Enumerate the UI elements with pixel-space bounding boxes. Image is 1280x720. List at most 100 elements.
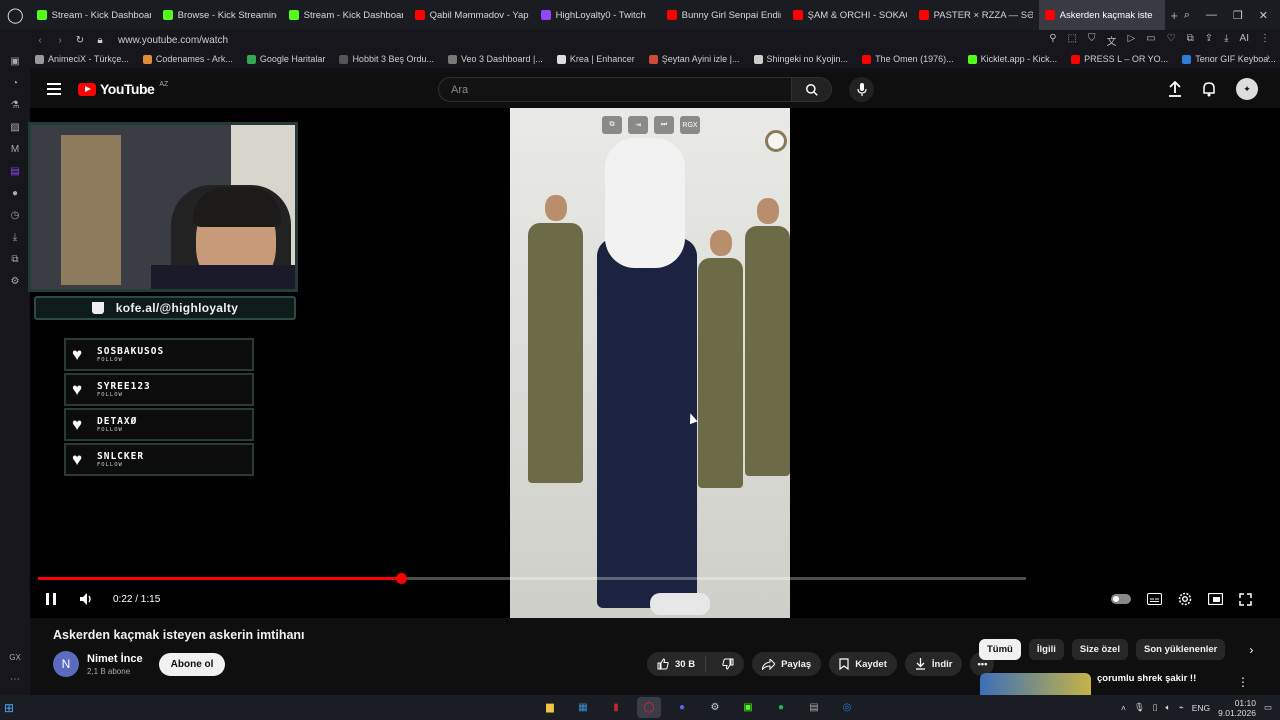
snapshot-icon[interactable]: ⬚: [1068, 33, 1077, 48]
discord-icon[interactable]: ●: [670, 697, 694, 718]
store-icon[interactable]: ▦: [571, 697, 595, 718]
app-blue-icon[interactable]: ◎: [835, 697, 859, 718]
pip-icon[interactable]: ⧉: [602, 116, 622, 134]
channel-name[interactable]: Nimet İnce: [87, 653, 143, 665]
download-button[interactable]: İndir: [904, 652, 963, 676]
back-icon[interactable]: ‹: [30, 35, 50, 46]
minimize-icon[interactable]: —: [1206, 9, 1217, 22]
play-extension-icon[interactable]: ▷: [1127, 33, 1135, 48]
tray-overflow-icon[interactable]: ˄: [1121, 703, 1126, 713]
maximize-icon[interactable]: ❐: [1233, 9, 1243, 22]
exit-icon[interactable]: ⇥: [628, 116, 648, 134]
new-tab-icon[interactable]: +: [1165, 8, 1184, 23]
extensions-icon[interactable]: ⧉: [1187, 33, 1194, 48]
recommendation-menu-icon[interactable]: ⋮: [1237, 675, 1249, 689]
steam-icon[interactable]: ⚙: [703, 697, 727, 718]
browser-tab[interactable]: HighLoyalty0 - Twitch: [535, 0, 661, 30]
autoplay-toggle[interactable]: [1111, 594, 1131, 604]
search-button[interactable]: [792, 77, 832, 102]
bookmark-item[interactable]: Codenames - Ark...: [136, 54, 240, 64]
filter-chip[interactable]: Tümü: [979, 639, 1021, 660]
dislike-button[interactable]: [712, 658, 744, 670]
notification-icon[interactable]: ▭: [1264, 702, 1272, 713]
browser-tab[interactable]: Bunny Girl Senpai Ending: [661, 0, 787, 30]
ai-icon[interactable]: AI: [1240, 33, 1249, 48]
subscribe-button[interactable]: Abone ol: [158, 652, 226, 676]
gx-mods-icon[interactable]: ▨: [10, 122, 19, 133]
bookmark-item[interactable]: Şeytan Ayini izle |...: [642, 54, 747, 64]
usb-icon[interactable]: ▯: [1153, 702, 1158, 713]
browser-tab[interactable]: Qabil Məmmədov - Yapar: [409, 0, 535, 30]
kick-icon[interactable]: ▣: [736, 697, 760, 718]
search-tabs-icon[interactable]: ⌕: [1184, 9, 1190, 22]
upload-icon[interactable]: [1168, 81, 1182, 97]
mic-tray-icon[interactable]: 🎙︎: [1134, 702, 1145, 713]
browser-tab[interactable]: Browse - Kick Streaming: [157, 0, 283, 30]
filter-chip[interactable]: İlgili: [1028, 639, 1064, 660]
spotify-icon[interactable]: ●: [12, 188, 18, 199]
bookmark-item[interactable]: AnimeciX - Türkçe...: [28, 54, 136, 64]
app-grey-icon[interactable]: ▤: [802, 697, 826, 718]
pause-button[interactable]: [46, 593, 56, 605]
browser-tab[interactable]: Stream - Kick Dashboard: [283, 0, 409, 30]
search-input[interactable]: [438, 77, 792, 102]
more-icon[interactable]: ⋯: [10, 674, 20, 685]
gx-corner-icon[interactable]: ◔: [12, 78, 18, 89]
like-button[interactable]: 30 B: [647, 656, 707, 672]
channel-avatar[interactable]: N: [53, 651, 79, 677]
extensions-sidebar-icon[interactable]: ⧉: [11, 254, 18, 265]
settings-icon[interactable]: ⚙: [11, 276, 20, 287]
voice-search-button[interactable]: [849, 77, 874, 102]
browser-tab[interactable]: ŞAM & ORCHI - SOKAĞIN: [787, 0, 913, 30]
wallet-icon[interactable]: ▭: [1146, 33, 1155, 48]
overlay-badge[interactable]: RGX: [680, 116, 700, 134]
twitch-icon[interactable]: ▤: [10, 166, 19, 177]
fullscreen-icon[interactable]: [1239, 592, 1252, 606]
file-explorer-icon[interactable]: ▆: [538, 697, 562, 718]
bookmark-item[interactable]: Google Haritalar: [240, 54, 333, 64]
recommendation-thumbnail[interactable]: [980, 673, 1091, 697]
reload-icon[interactable]: ↻: [70, 35, 90, 46]
downloads-icon[interactable]: ⤓: [13, 232, 17, 243]
youtube-logo[interactable]: YouTube AZ: [78, 81, 168, 97]
share-icon[interactable]: ⇪: [1205, 33, 1213, 48]
browser-tab[interactable]: Stream - Kick Dashboard: [31, 0, 157, 30]
bookmark-item[interactable]: Shingeki no Kyojin...: [747, 54, 856, 64]
gx-cleaner-icon[interactable]: ⚗: [11, 100, 20, 111]
notifications-bell-icon[interactable]: [1202, 81, 1216, 97]
subtitles-icon[interactable]: [1147, 593, 1162, 605]
recommendation-item[interactable]: çorumlu shrek şakir !!: [980, 673, 1196, 697]
settings-gear-icon[interactable]: [1178, 592, 1192, 606]
shield-icon[interactable]: ⛉: [1088, 33, 1096, 48]
url-field[interactable]: www.youtube.com/watch: [118, 35, 228, 46]
bookmark-item[interactable]: PRESS L – OR YO...: [1064, 54, 1175, 64]
spotify-taskbar-icon[interactable]: ●: [769, 697, 793, 718]
bookmark-item[interactable]: Hobbit 3 Beş Ordu...: [332, 54, 441, 64]
bookmark-item[interactable]: Veo 3 Dashboard |...: [441, 54, 550, 64]
speaker-icon[interactable]: 🔈︎: [1165, 702, 1170, 713]
guide-menu-icon[interactable]: [47, 80, 61, 98]
bookmark-item[interactable]: Krea | Enhancer: [550, 54, 642, 64]
bookmarks-overflow-icon[interactable]: ›: [1267, 52, 1270, 63]
browser-tab[interactable]: PASTER × RZZA — SƏNƏ: [913, 0, 1039, 30]
bookmark-item[interactable]: Kicklet.app - Kick...: [961, 54, 1065, 64]
account-avatar[interactable]: ✦: [1236, 78, 1258, 100]
bookmark-item[interactable]: The Omen (1976)...: [855, 54, 961, 64]
skip-icon[interactable]: ⏭: [654, 116, 674, 134]
start-menu-icon[interactable]: ⊞: [4, 701, 24, 715]
taskbar-clock[interactable]: 01:10 9.01.2026: [1218, 698, 1256, 718]
close-icon[interactable]: ✕: [1259, 9, 1268, 22]
opera-gx-taskbar-icon[interactable]: ◯: [637, 697, 661, 718]
app-red-icon[interactable]: ▮: [604, 697, 628, 718]
bookmark-item[interactable]: Tenor GIF Keyboa...: [1175, 54, 1280, 64]
download-icon[interactable]: ⤓: [1224, 33, 1228, 48]
volume-button[interactable]: [80, 593, 93, 605]
recommendation-title[interactable]: çorumlu shrek şakir !!: [1097, 673, 1196, 697]
opera-gx-logo-icon[interactable]: ◯: [0, 0, 31, 30]
gx-control-icon[interactable]: ▣: [10, 56, 19, 67]
forward-icon[interactable]: ›: [50, 35, 70, 46]
filter-chip[interactable]: Son yüklenenler: [1135, 639, 1226, 660]
progress-scrubber[interactable]: [395, 573, 407, 584]
video-progress-bar[interactable]: [38, 573, 1026, 584]
language-indicator[interactable]: ENG: [1192, 703, 1210, 713]
